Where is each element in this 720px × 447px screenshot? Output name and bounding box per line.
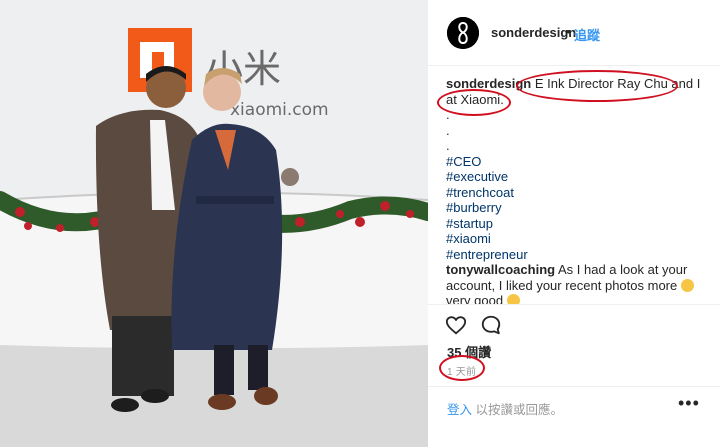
hashtag-link[interactable]: #executive <box>446 169 708 185</box>
comment: tonywallcoaching As I had a look at your… <box>446 262 708 304</box>
login-bar: 登入 以按讚或回應。 ••• <box>428 386 720 422</box>
hashtag-link[interactable]: #burberry <box>446 200 708 216</box>
smile-emoji-icon <box>680 278 694 292</box>
hashtag-link[interactable]: #startup <box>446 216 708 232</box>
caption: sonderdesign E Ink Director Ray Chu and … <box>446 76 708 107</box>
sign-url-text: xiaomi.com <box>230 100 329 120</box>
header-separator: • <box>566 24 571 39</box>
caption-dot: . <box>446 138 450 153</box>
caption-dot: . <box>446 122 450 138</box>
login-prompt-text: 以按讚或回應。 <box>475 403 564 417</box>
photo-scene: 小米 xiaomi.com <box>0 0 428 447</box>
caption-username-link[interactable]: sonderdesign <box>446 76 531 91</box>
heart-outline-icon[interactable] <box>445 314 467 336</box>
hashtag-link[interactable]: #CEO <box>446 154 708 170</box>
post-timestamp[interactable]: 1 天前 <box>447 363 476 378</box>
login-prompt: 登入 以按讚或回應。 <box>447 399 563 418</box>
post-photo[interactable]: 小米 xiaomi.com <box>0 0 428 447</box>
hashtag-link[interactable]: #xiaomi <box>446 231 708 247</box>
comments-list[interactable]: sonderdesign E Ink Director Ray Chu and … <box>446 76 708 304</box>
likes-count[interactable]: 35 個讚 <box>447 342 491 361</box>
hashtag-link[interactable]: #trenchcoat <box>446 185 708 201</box>
comment-text-tail: very good <box>446 293 504 304</box>
thumbs-up-emoji-icon <box>506 294 520 304</box>
post-header: sonderdesign • 追蹤 <box>428 0 720 66</box>
hashtag-link[interactable]: #entrepreneur <box>446 247 708 263</box>
post-panel: sonderdesign • 追蹤 sonderdesign E Ink Dir… <box>428 0 720 447</box>
follow-button[interactable]: 追蹤 <box>574 25 600 44</box>
header-username-link[interactable]: sonderdesign <box>491 25 576 40</box>
caption-dot: . <box>446 107 450 122</box>
infinity-eight-logo-icon <box>447 17 479 49</box>
more-options-button[interactable]: ••• <box>678 393 700 414</box>
comment-username-link[interactable]: tonywallcoaching <box>446 262 555 277</box>
avatar[interactable] <box>447 17 479 49</box>
login-link[interactable]: 登入 <box>447 403 472 417</box>
speech-bubble-icon[interactable] <box>480 314 502 336</box>
action-bar <box>428 304 720 344</box>
